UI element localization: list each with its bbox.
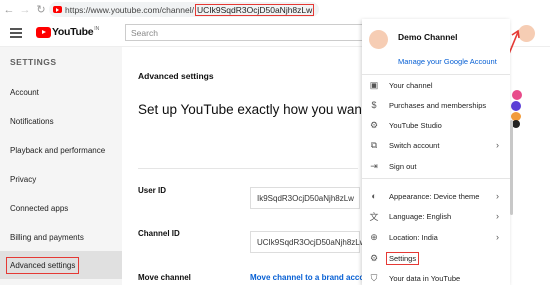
gear-icon: ⚙	[369, 119, 379, 130]
menu-item-appearance[interactable]: ◐ Appearance: Device theme ›	[362, 186, 510, 206]
back-icon[interactable]: ←	[2, 4, 16, 16]
chevron-right-icon: ›	[496, 140, 499, 150]
menu-avatar	[369, 30, 388, 49]
sidebar-item-privacy[interactable]: Privacy	[0, 165, 122, 193]
menu-item-label: YouTube Studio	[389, 120, 442, 130]
user-id-label: User ID	[138, 186, 167, 195]
person-icon: ▣	[369, 79, 379, 90]
account-name: Demo Channel	[398, 32, 458, 42]
menu-item-label: Language: English	[389, 211, 452, 221]
menu-item-label: Appearance: Device theme	[389, 191, 480, 201]
url-channel-id: UCIk9SqdR3OcjD50aNjh8zLw	[195, 3, 315, 16]
menu-item-settings[interactable]: ⚙ Settings	[362, 248, 510, 268]
menu-scrollbar[interactable]	[510, 120, 513, 215]
appearance-icon: ◐	[371, 191, 377, 201]
sidebar-item-label: Connected apps	[10, 203, 69, 213]
menu-item-label: Your channel	[389, 80, 433, 90]
menu-item-label: Your data in YouTube	[389, 273, 461, 283]
menu-item-location[interactable]: ⊕ Location: India ›	[362, 227, 510, 247]
move-channel-link[interactable]: Move channel to a brand account	[250, 273, 377, 282]
sidebar-item-connected-apps[interactable]: Connected apps	[0, 194, 122, 222]
section-heading: Advanced settings	[138, 71, 214, 81]
shield-icon: ⛉	[370, 272, 378, 283]
sidebar-item-label: Notifications	[10, 116, 54, 126]
menu-item-your-data[interactable]: ⛉ Your data in YouTube	[362, 268, 510, 285]
channel-id-label: Channel ID	[138, 229, 180, 238]
menu-item-purchases[interactable]: $ Purchases and memberships	[362, 95, 510, 115]
chevron-right-icon: ›	[496, 191, 499, 201]
logo-text: YouTube	[52, 26, 94, 38]
menu-item-label: Purchases and memberships	[389, 100, 487, 110]
channel-id-field[interactable]: UCIk9SqdR3OcjD50aNjh8zLw	[250, 231, 366, 253]
sidebar-item-playback[interactable]: Playback and performance	[0, 136, 122, 164]
gear-icon: ⚙	[369, 252, 379, 263]
menu-item-label: Settings	[386, 251, 420, 265]
sidebar-item-label: Advanced settings	[6, 256, 80, 274]
sidebar-item-notifications[interactable]: Notifications	[0, 107, 122, 135]
menu-item-your-channel[interactable]: ▣ Your channel	[362, 75, 510, 95]
menu-item-label: Switch account	[389, 140, 440, 150]
translate-icon: 文	[369, 211, 379, 222]
globe-icon: ⊕	[370, 231, 378, 242]
settings-sidebar: SETTINGS Account Notifications Playback …	[0, 47, 122, 285]
account-menu: Demo Channel Manage your Google Account …	[362, 19, 510, 285]
sidebar-item-label: Billing and payments	[10, 232, 84, 242]
user-id-field[interactable]: Ik9SqdR3OcjD50aNjh8zLw	[250, 187, 360, 209]
decorative-dot-purple	[511, 101, 521, 111]
switch-account-icon: ⧉	[370, 139, 378, 150]
youtube-play-icon	[36, 26, 51, 38]
menu-item-language[interactable]: 文 Language: English ›	[362, 206, 510, 226]
search-input[interactable]: Search	[125, 24, 385, 41]
hamburger-menu-icon[interactable]	[10, 28, 22, 38]
address-bar[interactable]: https://www.youtube.com/channel/UCIk9Sqd…	[49, 2, 319, 17]
menu-item-youtube-studio[interactable]: ⚙ YouTube Studio	[362, 115, 510, 135]
menu-item-switch-account[interactable]: ⧉ Switch account ›	[362, 135, 510, 155]
chevron-right-icon: ›	[496, 232, 499, 242]
forward-icon[interactable]: →	[18, 4, 32, 16]
decorative-dot-pink	[512, 90, 522, 100]
chevron-right-icon: ›	[496, 211, 499, 221]
reload-icon[interactable]: ↻	[34, 3, 48, 16]
sidebar-item-account[interactable]: Account	[0, 78, 122, 106]
sign-out-icon: ⇥	[370, 160, 378, 171]
divider	[138, 168, 358, 169]
sidebar-item-advanced-settings[interactable]: Advanced settings	[0, 251, 122, 279]
dollar-icon: $	[371, 100, 377, 110]
url-prefix: https://www.youtube.com/channel/	[65, 4, 194, 15]
sidebar-title: SETTINGS	[10, 57, 57, 67]
page-title: Set up YouTube exactly how you want it	[138, 102, 377, 117]
youtube-logo[interactable]: YouTube IN	[36, 26, 99, 38]
menu-item-label: Sign out	[389, 161, 417, 171]
menu-item-label: Location: India	[389, 232, 438, 242]
browser-toolbar: ← → ↻ https://www.youtube.com/channel/UC…	[0, 0, 550, 19]
menu-divider	[362, 178, 510, 179]
sidebar-item-billing[interactable]: Billing and payments	[0, 223, 122, 251]
youtube-favicon-icon	[53, 6, 62, 13]
sidebar-item-label: Account	[10, 87, 39, 97]
manage-google-account-link[interactable]: Manage your Google Account	[398, 57, 497, 66]
sidebar-item-label: Privacy	[10, 174, 37, 184]
logo-country: IN	[94, 26, 100, 32]
sidebar-item-label: Playback and performance	[10, 145, 106, 155]
decorative-dot-dark	[512, 120, 520, 128]
menu-item-sign-out[interactable]: ⇥ Sign out	[362, 156, 510, 176]
move-channel-label: Move channel	[138, 273, 191, 282]
